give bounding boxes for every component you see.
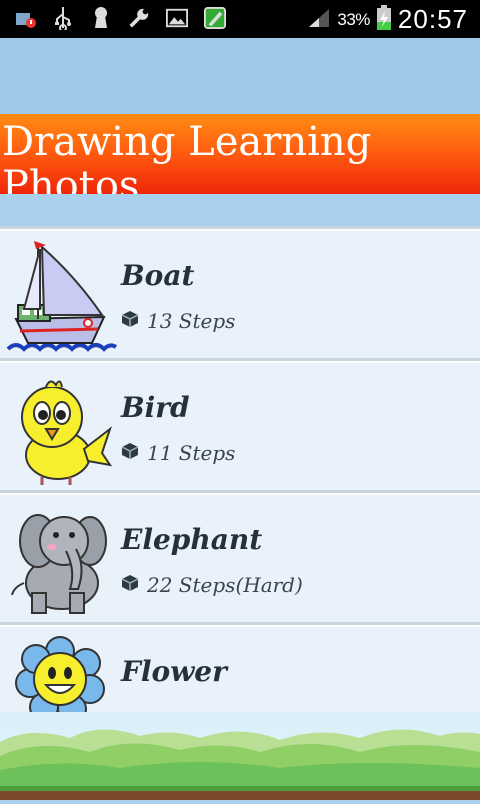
list-item-boat[interactable]: Boat 13 Steps (0, 226, 480, 361)
battery-percent: 33% (337, 9, 370, 29)
page-title: Drawing Learning Photos (2, 119, 372, 194)
steps-cube-icon (121, 574, 139, 596)
boat-drawing-icon (6, 237, 118, 353)
drawing-list[interactable]: Boat 13 Steps Bird 11 Steps Elephant 22 … (0, 226, 480, 716)
clock: 20:57 (397, 4, 468, 34)
battery-charging-icon (376, 4, 392, 35)
list-item-bird[interactable]: Bird 11 Steps (0, 358, 480, 493)
wrench-icon (128, 6, 150, 30)
app-notification-icon (14, 6, 36, 30)
list-item-elephant[interactable]: Elephant 22 Steps(Hard) (0, 490, 480, 625)
item-name: Elephant (121, 523, 263, 556)
steps-cube-icon (121, 442, 139, 464)
bird-drawing-icon (6, 369, 118, 485)
header-gap (0, 194, 480, 228)
landscape-footer (0, 712, 480, 800)
pencil-check-icon (204, 6, 226, 30)
item-name: Flower (121, 655, 227, 688)
item-steps: 13 Steps (147, 309, 236, 333)
item-name: Bird (121, 391, 190, 424)
top-band (0, 38, 480, 114)
flower-drawing-icon (6, 633, 118, 716)
keyhole-icon (90, 6, 112, 30)
usb-icon (52, 6, 74, 30)
signal-icon (307, 7, 331, 33)
list-item-flower[interactable]: Flower (0, 622, 480, 716)
item-steps: 22 Steps(Hard) (147, 573, 303, 597)
image-icon (166, 6, 188, 30)
item-name: Boat (121, 259, 195, 292)
title-bar: Drawing Learning Photos (0, 114, 480, 194)
item-steps: 11 Steps (147, 441, 236, 465)
status-bar: 33% 20:57 (0, 0, 480, 38)
elephant-drawing-icon (6, 501, 118, 617)
steps-cube-icon (121, 310, 139, 332)
